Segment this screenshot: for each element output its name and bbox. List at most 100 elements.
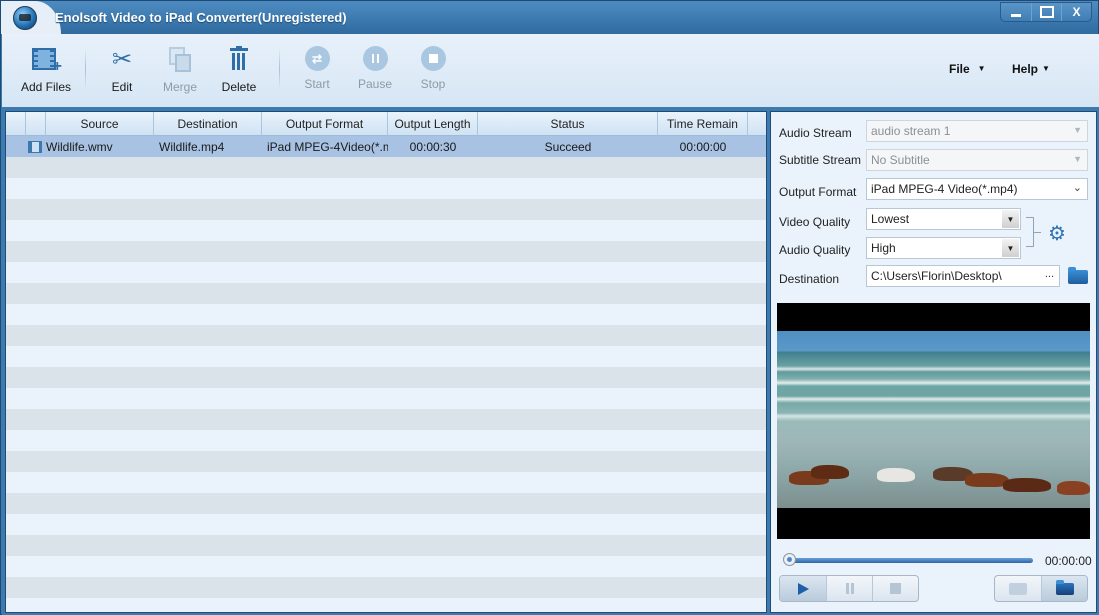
file-list-rows: Wildlife.wmv Wildlife.mp4 iPad MPEG-4Vid… — [6, 136, 766, 612]
audio-quality-select[interactable]: High ▼ — [866, 237, 1021, 259]
seek-bar[interactable] — [785, 558, 1033, 563]
empty-row — [6, 367, 766, 388]
output-format-label: Output Format — [779, 185, 857, 199]
playback-time: 00:00:00 — [1045, 554, 1092, 568]
caret-down-icon: ▼ — [1042, 64, 1050, 73]
file-menu[interactable]: File ▼ — [949, 62, 986, 76]
main-area: Source Destination Output Format Output … — [2, 107, 1099, 615]
empty-row — [6, 388, 766, 409]
dropdown-arrow-icon: ▼ — [1002, 239, 1019, 257]
app-window: Enolsoft Video to iPad Converter(Unregis… — [0, 0, 1099, 615]
column-header-status[interactable]: Status — [478, 112, 658, 136]
column-header-output-format[interactable]: Output Format — [262, 112, 388, 136]
pause-label: Pause — [357, 77, 393, 91]
playback-controls — [779, 575, 919, 602]
settings-panel: Audio Stream audio stream 1 ▼ Subtitle St… — [770, 111, 1097, 613]
empty-row — [6, 262, 766, 283]
audio-stream-label: Audio Stream — [779, 126, 852, 140]
merge-icon — [166, 46, 194, 74]
gear-icon[interactable]: ⚙ — [1048, 224, 1066, 244]
output-format-select[interactable]: iPad MPEG-4 Video(*.mp4) ⌄ — [866, 178, 1088, 200]
close-button[interactable]: X — [1061, 3, 1091, 21]
quality-bracket — [1026, 217, 1041, 247]
pause-icon — [362, 46, 388, 71]
merge-button[interactable]: Merge — [150, 46, 210, 94]
audio-quality-label: Audio Quality — [779, 243, 851, 257]
empty-row — [6, 493, 766, 514]
dropdown-arrow-icon: ▼ — [1002, 210, 1019, 228]
start-button[interactable]: ⇄ Start — [287, 46, 347, 91]
pause-button[interactable]: Pause — [345, 46, 405, 91]
edit-button[interactable]: ✂ Edit — [92, 46, 152, 94]
help-menu[interactable]: Help ▼ — [1012, 62, 1050, 76]
video-preview — [777, 303, 1090, 539]
caret-down-icon: ▼ — [977, 64, 986, 73]
audio-stream-select[interactable]: audio stream 1 ▼ — [866, 120, 1088, 142]
browse-button[interactable]: ... — [1045, 268, 1054, 280]
stop-icon — [420, 46, 446, 71]
camera-icon — [1009, 582, 1027, 595]
subtitle-stream-label: Subtitle Stream — [779, 153, 862, 167]
title-bar: Enolsoft Video to iPad Converter(Unregis… — [1, 1, 1098, 34]
delete-button[interactable]: Delete — [209, 46, 269, 94]
empty-row — [6, 451, 766, 472]
empty-row — [6, 514, 766, 535]
column-header-destination[interactable]: Destination — [154, 112, 262, 136]
empty-row — [6, 304, 766, 325]
destination-input[interactable]: C:\Users\Florin\Desktop\... — [866, 265, 1060, 287]
source-cell: Wildlife.wmv — [46, 139, 113, 154]
video-quality-select[interactable]: Lowest ▼ — [866, 208, 1021, 230]
preview-frame — [777, 331, 1090, 508]
empty-row — [6, 535, 766, 556]
empty-row — [6, 556, 766, 577]
play-icon — [797, 582, 809, 595]
chevron-down-icon: ▼ — [1073, 125, 1082, 135]
time-remain-cell: 00:00:00 — [679, 139, 727, 154]
help-menu-label: Help — [1012, 62, 1039, 76]
column-header-check[interactable] — [6, 112, 26, 136]
column-header-source[interactable]: Source — [46, 112, 154, 136]
minimize-button[interactable] — [1001, 3, 1031, 21]
snapshot-button[interactable] — [995, 576, 1041, 601]
seek-handle[interactable] — [783, 553, 796, 566]
status-cell: Succeed — [544, 139, 592, 154]
window-controls: X — [1000, 2, 1092, 22]
empty-row — [6, 325, 766, 346]
stop-playback-button[interactable] — [872, 576, 918, 601]
empty-row — [6, 241, 766, 262]
column-header-time-remain[interactable]: Time Remain — [658, 112, 748, 136]
scissors-icon: ✂ — [111, 46, 133, 73]
output-length-cell: 00:00:30 — [409, 139, 457, 154]
snapshot-controls — [994, 575, 1088, 602]
pause-icon — [845, 583, 854, 594]
empty-row — [6, 199, 766, 220]
open-snapshot-folder-button[interactable] — [1041, 576, 1087, 601]
file-list-header: Source Destination Output Format Output … — [6, 112, 766, 136]
destination-label: Destination — [779, 272, 840, 286]
column-header-output-length[interactable]: Output Length — [388, 112, 478, 136]
subtitle-stream-select[interactable]: No Subtitle ▼ — [866, 149, 1088, 171]
video-quality-label: Video Quality — [779, 215, 851, 229]
file-list: Source Destination Output Format Output … — [5, 111, 767, 613]
trash-icon — [225, 46, 253, 74]
maximize-button[interactable] — [1031, 3, 1061, 21]
start-label: Start — [304, 77, 330, 91]
video-file-icon — [28, 140, 42, 153]
stop-label: Stop — [420, 77, 446, 91]
empty-row — [6, 178, 766, 199]
chevron-down-icon: ⌄ — [1072, 182, 1082, 194]
merge-label: Merge — [162, 80, 197, 94]
pause-playback-button[interactable] — [826, 576, 872, 601]
app-logo-icon — [13, 6, 37, 30]
column-header-icon[interactable] — [26, 112, 46, 136]
stop-button[interactable]: Stop — [403, 46, 463, 91]
delete-label: Delete — [221, 80, 257, 94]
window-title: Enolsoft Video to iPad Converter(Unregis… — [55, 10, 347, 25]
empty-row — [6, 409, 766, 430]
table-row[interactable]: Wildlife.wmv Wildlife.mp4 iPad MPEG-4Vid… — [6, 136, 766, 157]
open-folder-icon[interactable] — [1068, 267, 1088, 284]
add-files-button[interactable]: Add Files — [16, 46, 76, 94]
play-button[interactable] — [780, 576, 826, 601]
convert-icon: ⇄ — [304, 46, 330, 71]
chevron-down-icon: ▼ — [1073, 154, 1082, 164]
